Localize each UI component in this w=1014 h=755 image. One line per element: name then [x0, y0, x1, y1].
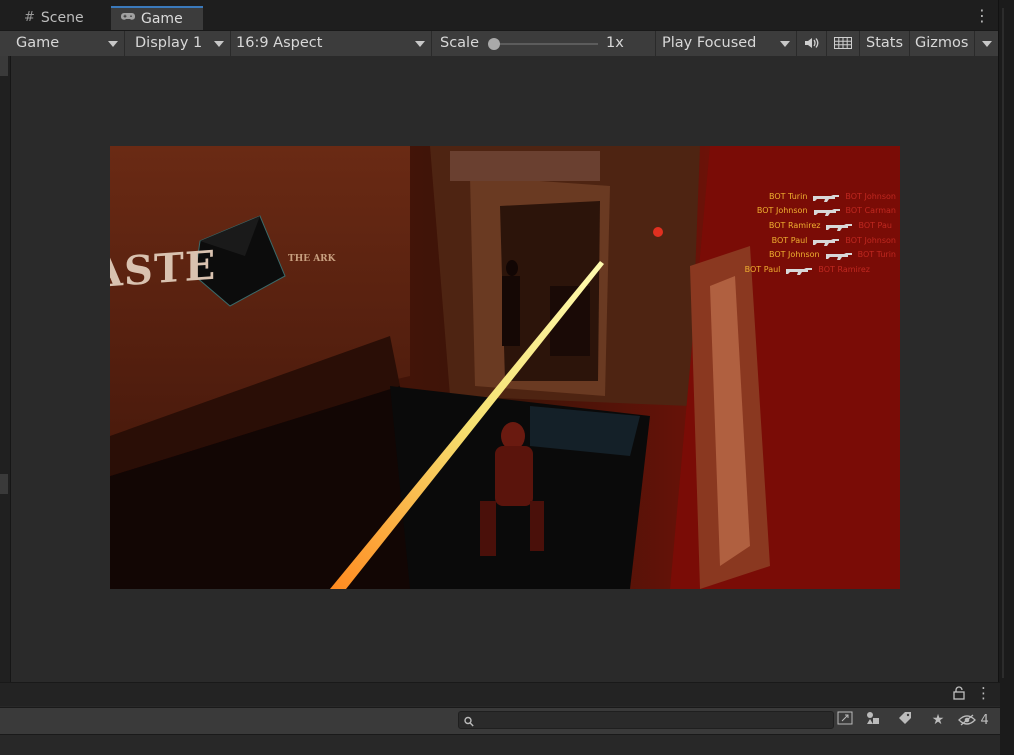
stats-grid-button[interactable]: [827, 31, 860, 56]
scale-label: Scale: [440, 35, 480, 51]
more-options-icon[interactable]: ⋮: [974, 6, 990, 26]
star-icon[interactable]: ★: [927, 711, 949, 729]
game-toolbar: Game Display 1 16:9 Aspect Scale 1x Play…: [0, 31, 1000, 57]
killfeed-entry: BOT Johnson BOT Turin: [769, 250, 896, 260]
gizmos-button[interactable]: Gizmos: [910, 31, 975, 56]
rifle-icon: [813, 194, 840, 202]
aspect-label: 16:9 Aspect: [236, 35, 323, 51]
scale-value: 1x: [606, 35, 624, 51]
gizmos-label: Gizmos: [915, 35, 969, 51]
grid-icon: #: [24, 10, 35, 25]
aspect-dropdown[interactable]: 16:9 Aspect: [231, 31, 432, 56]
scale-slider-track[interactable]: [492, 43, 598, 45]
killfeed-victim: BOT Turin: [857, 250, 896, 259]
gamepad-icon: [121, 9, 135, 29]
eye-slash-icon: [958, 712, 980, 728]
tab-game-label: Game: [141, 11, 183, 27]
search-icon: [464, 713, 474, 732]
tab-game[interactable]: Game: [111, 6, 203, 30]
killfeed-victim: BOT Johnson: [845, 236, 896, 245]
scrollbar[interactable]: [1002, 8, 1004, 678]
display-label: Display 1: [135, 35, 203, 51]
grid-toggle-icon: [834, 35, 852, 51]
bottom-panel-header: ⋮: [0, 683, 1000, 706]
tab-scene-label: Scene: [40, 10, 84, 26]
wall-logo-text: ASTE: [110, 241, 217, 298]
scrollbar-handle[interactable]: [0, 474, 8, 494]
killfeed-killer: BOT Johnson: [756, 206, 808, 215]
killfeed-killer: BOT Turin: [768, 192, 808, 201]
stats-button[interactable]: Stats: [860, 31, 910, 56]
killfeed-victim: BOT Carman: [845, 206, 896, 215]
play-mode-label: Play Focused: [662, 35, 757, 51]
left-panel-edge: [0, 56, 11, 682]
scale-slider-handle[interactable]: [488, 38, 500, 50]
filter-by-type-icon[interactable]: [862, 711, 884, 729]
tab-bar: # Scene Game ⋮: [0, 0, 1000, 31]
chevron-down-icon: [214, 41, 224, 47]
gizmos-dropdown[interactable]: [975, 31, 997, 56]
tab-scene[interactable]: # Scene: [14, 6, 94, 30]
rifle-icon: [825, 252, 852, 260]
rifle-icon: [786, 267, 813, 275]
more-options-icon[interactable]: ⋮: [976, 684, 991, 702]
killfeed-entry: BOT Paul BOT Johnson: [772, 236, 896, 246]
killfeed-victim: BOT Pau: [858, 221, 892, 230]
killfeed-killer: BOT Paul: [744, 265, 781, 274]
game-viewport[interactable]: ASTE THE ARK BOT Turin BOT Johnson BOT Joh…: [110, 146, 900, 589]
killfeed-killer: BOT Paul: [771, 236, 808, 245]
killfeed-victim: BOT Ramirez: [818, 265, 870, 274]
scrollbar-handle[interactable]: [0, 56, 8, 76]
speaker-icon: [804, 35, 820, 51]
display-dropdown[interactable]: Display 1: [125, 31, 231, 56]
rifle-icon: [826, 223, 853, 231]
rifle-icon: [813, 208, 840, 216]
chevron-down-icon: [415, 41, 425, 47]
chevron-down-icon: [780, 41, 790, 47]
hidden-count: 4: [980, 713, 989, 728]
killfeed-entry: BOT Paul BOT Ramirez: [745, 265, 870, 275]
mute-audio-button[interactable]: [797, 31, 827, 56]
killfeed-killer: BOT Johnson: [768, 250, 820, 259]
killfeed-entry: BOT Turin BOT Johnson: [769, 192, 896, 202]
lock-icon[interactable]: [953, 686, 965, 704]
killfeed-killer: BOT Ramirez: [768, 221, 821, 230]
chevron-down-icon: [108, 41, 118, 47]
view-mode-dropdown[interactable]: Game: [0, 31, 125, 56]
view-mode-label: Game: [16, 35, 60, 51]
hidden-packages-toggle[interactable]: 4: [958, 711, 994, 729]
killfeed-entry: BOT Johnson BOT Carman: [757, 206, 896, 216]
play-mode-dropdown[interactable]: Play Focused: [656, 31, 797, 56]
right-panel-edge: [998, 0, 1014, 754]
search-input[interactable]: [458, 711, 834, 729]
wall-logo-subtext: THE ARK: [288, 254, 336, 264]
killfeed-victim: BOT Johnson: [845, 192, 896, 201]
stats-label: Stats: [866, 35, 904, 51]
killfeed-entry: BOT Ramirez BOT Pau: [769, 221, 892, 231]
search-by-type-icon[interactable]: [834, 711, 856, 729]
tag-icon[interactable]: [894, 711, 916, 729]
chevron-down-icon: [982, 41, 992, 47]
rifle-icon: [813, 238, 840, 246]
